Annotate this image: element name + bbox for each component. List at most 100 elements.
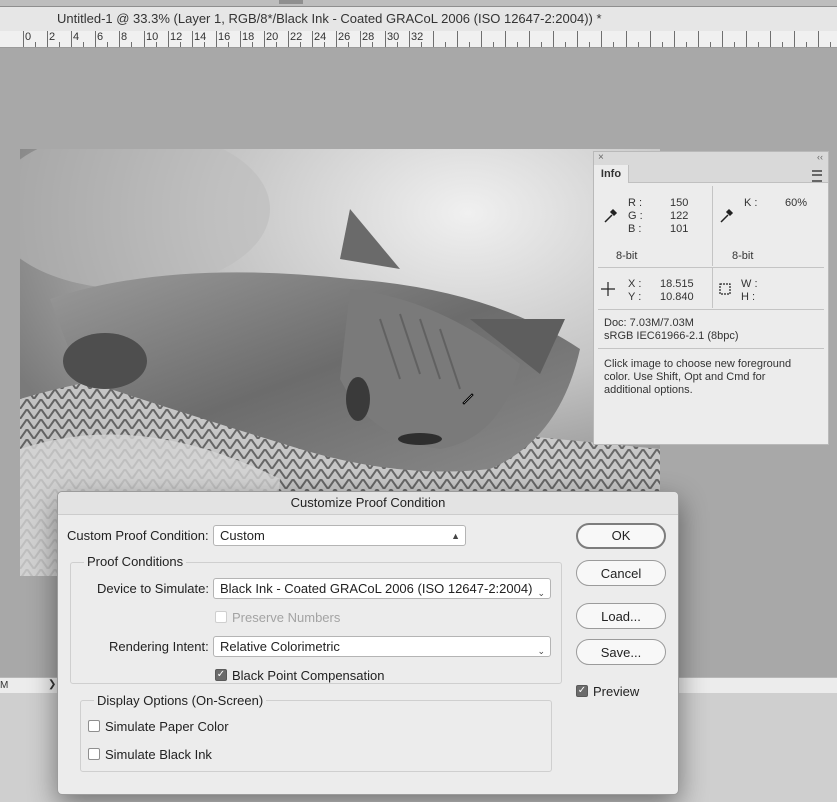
ruler-tick: [782, 42, 783, 47]
ruler-tick: [517, 42, 518, 47]
ruler-tick: [493, 42, 494, 47]
ruler-label: 8: [121, 31, 128, 43]
ruler-tick: [336, 31, 337, 47]
ruler-tick: [35, 42, 36, 47]
simulate-black-ink-checkbox[interactable]: [88, 748, 100, 760]
panel-menu-icon[interactable]: [812, 170, 822, 182]
ruler-tick: [433, 31, 434, 47]
ruler-tick: [529, 31, 530, 47]
simulate-black-ink-label: Simulate Black Ink: [105, 747, 212, 762]
r-label: R :: [628, 197, 643, 209]
ruler-tick: [818, 31, 819, 47]
ruler-tick: [457, 31, 458, 47]
ruler-tick: [638, 42, 639, 47]
device-select[interactable]: Black Ink - Coated GRACoL 2006 (ISO 1264…: [213, 578, 551, 599]
ruler-label: 22: [290, 31, 303, 43]
check-icon: ✓: [577, 685, 587, 696]
ruler-tick: [240, 31, 241, 47]
tab-info[interactable]: Info: [594, 165, 629, 183]
horizontal-ruler[interactable]: 0 2 4 6 8 10 12 14 16 18 20 22 24 26 28 30 32: [0, 31, 837, 48]
ruler-tick: [469, 42, 470, 47]
ruler-label: 2: [49, 31, 56, 43]
ruler-label: 4: [73, 31, 80, 43]
collapse-icon[interactable]: ‹‹: [817, 152, 823, 162]
cmyk-bit-depth: 8-bit: [732, 250, 754, 262]
ruler-tick: [589, 42, 590, 47]
ruler-label: 24: [314, 31, 327, 43]
h-label: H :: [741, 291, 756, 303]
custom-proof-label: Custom Proof Condition:: [67, 528, 209, 543]
load-button[interactable]: Load...: [576, 603, 666, 629]
ruler-tick: [553, 31, 554, 47]
ruler-tick: [95, 31, 96, 47]
ruler-tick: [710, 42, 711, 47]
status-zoom: M: [0, 680, 9, 691]
simulate-paper-label: Simulate Paper Color: [105, 719, 229, 734]
ruler-label: 18: [242, 31, 255, 43]
preview-checkbox[interactable]: ✓: [576, 685, 588, 697]
eyedropper-icon[interactable]: [602, 208, 618, 228]
ruler-label: 14: [194, 31, 207, 43]
ruler-tick: [288, 31, 289, 47]
ruler-tick: [144, 31, 145, 47]
selection-size-icon: [718, 282, 732, 300]
eyedropper-icon[interactable]: [718, 208, 734, 228]
chevron-updown-icon: ▲: [451, 531, 460, 541]
cancel-button[interactable]: Cancel: [576, 560, 666, 586]
ruler-tick: [131, 42, 132, 47]
ruler-label: 10: [146, 31, 159, 43]
save-button[interactable]: Save...: [576, 639, 666, 665]
drag-handle[interactable]: [279, 0, 303, 4]
ruler-tick: [770, 31, 771, 47]
rgb-bit-depth: 8-bit: [616, 250, 638, 262]
ruler-tick: [119, 31, 120, 47]
ruler-tick: [360, 31, 361, 47]
simulate-paper-checkbox[interactable]: [88, 720, 100, 732]
ruler-tick: [577, 31, 578, 47]
help-line-2: color. Use Shift, Opt and Cmd for: [604, 371, 766, 383]
bpc-label: Black Point Compensation: [232, 668, 385, 683]
dialog-title: Customize Proof Condition: [58, 492, 678, 515]
ruler-tick: [686, 42, 687, 47]
top-strip: [0, 0, 837, 7]
custom-proof-value: Custom: [220, 528, 265, 543]
divider: [598, 348, 824, 349]
divider: [712, 186, 713, 266]
ruler-label: 26: [338, 31, 351, 43]
doc-size: Doc: 7.03M/7.03M: [604, 317, 694, 329]
chevron-down-icon: ⌄: [537, 646, 545, 656]
ruler-tick: [806, 42, 807, 47]
bpc-checkbox[interactable]: ✓: [215, 669, 227, 681]
ruler-tick: [47, 31, 48, 47]
custom-proof-select[interactable]: Custom ▲: [213, 525, 466, 546]
status-bar: M ❯: [0, 677, 60, 694]
divider: [598, 309, 824, 310]
help-line-3: additional options.: [604, 384, 693, 396]
x-label: X :: [628, 278, 642, 290]
intent-select[interactable]: Relative Colorimetric ⌄: [213, 636, 551, 657]
b-value: 101: [670, 223, 689, 235]
preserve-numbers-checkbox[interactable]: [215, 611, 227, 623]
ruler-tick: [23, 31, 24, 47]
document-tab[interactable]: Untitled-1 @ 33.3% (Layer 1, RGB/8*/Blac…: [0, 7, 837, 32]
b-label: B :: [628, 223, 642, 235]
ruler-label: 28: [362, 31, 375, 43]
status-menu-arrow[interactable]: ❯: [48, 679, 56, 690]
document-title: Untitled-1 @ 33.3% (Layer 1, RGB/8*/Blac…: [57, 11, 602, 26]
ruler-label: 12: [170, 31, 183, 43]
info-panel-header: × ‹‹ Info: [594, 152, 828, 183]
ruler-tick: [650, 31, 651, 47]
help-line-1: Click image to choose new foreground: [604, 358, 792, 370]
ruler-tick: [541, 42, 542, 47]
ruler-tick: [409, 31, 410, 47]
ok-button[interactable]: OK: [576, 523, 666, 549]
eyedropper-cursor-icon: [461, 391, 475, 405]
divider: [598, 267, 824, 268]
device-value: Black Ink - Coated GRACoL 2006 (ISO 1264…: [220, 581, 533, 596]
ruler-tick: [746, 31, 747, 47]
ruler-label: 20: [266, 31, 279, 43]
intent-value: Relative Colorimetric: [220, 639, 340, 654]
preserve-numbers-label: Preserve Numbers: [232, 610, 341, 625]
close-icon[interactable]: ×: [598, 152, 604, 163]
r-value: 150: [670, 197, 689, 209]
